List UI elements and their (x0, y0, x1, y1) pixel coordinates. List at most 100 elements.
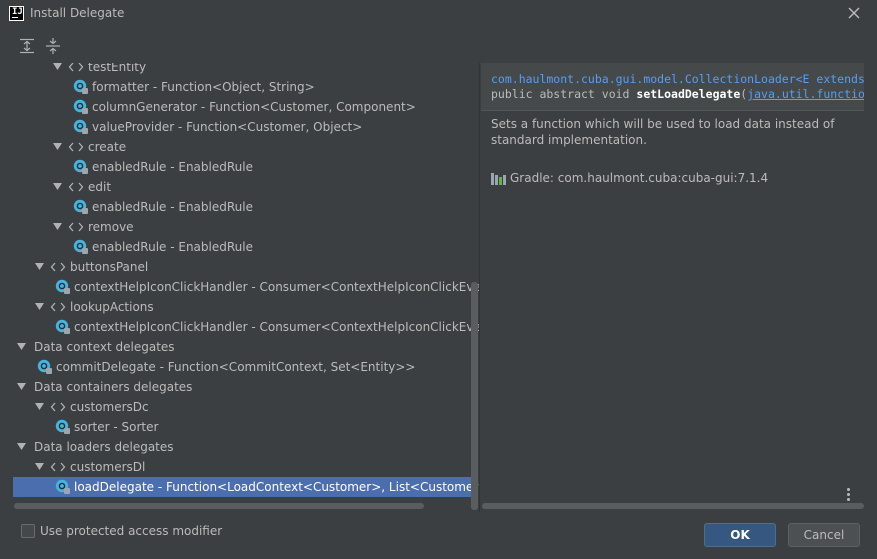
expand-arrow-icon[interactable] (17, 383, 26, 391)
tree-item-component[interactable]: remove (13, 217, 478, 237)
doc-more-options-button[interactable] (845, 487, 853, 503)
delegate-field-icon (73, 199, 88, 214)
tree-item-component[interactable]: lookupActions (13, 297, 478, 317)
tree-item-label: sorter - Sorter (74, 420, 159, 434)
tree-item-component[interactable]: create (13, 137, 478, 157)
library-icon (491, 173, 506, 185)
component-brackets-icon (68, 222, 84, 232)
tree-item-delegate[interactable]: enabledRule - EnabledRule (13, 237, 478, 257)
tree-item-label: customersDl (70, 460, 146, 474)
expand-arrow-icon[interactable] (35, 303, 44, 311)
cancel-button[interactable]: Cancel (788, 523, 860, 547)
tree-item-label: formatter - Function<Object, String> (92, 80, 315, 94)
tree-item-delegate[interactable]: contextHelpIconClickHandler - Consumer<C… (13, 277, 480, 297)
tree-item-delegate[interactable]: valueProvider - Function<Customer, Objec… (13, 117, 478, 137)
tree-item-component[interactable]: customersDc (13, 397, 478, 417)
delegate-field-icon (73, 99, 88, 114)
expand-arrow-icon[interactable] (35, 403, 44, 411)
tree-item-label: loadDelegate - Function<LoadContext<Cust… (74, 480, 480, 494)
tree-item-label: contextHelpIconClickHandler - Consumer<C… (74, 320, 480, 334)
signature-class-link[interactable]: com.haulmont.cuba.gui.model.CollectionLo… (491, 72, 864, 86)
tree-item-delegate[interactable]: sorter - Sorter (13, 417, 478, 437)
delegate-tree[interactable]: testEntity formatter - Function<Object, S… (13, 63, 480, 512)
tree-item-label: enabledRule - EnabledRule (92, 240, 253, 254)
expand-all-icon (20, 38, 34, 54)
delegate-field-icon (73, 239, 88, 254)
expand-arrow-icon[interactable] (17, 443, 26, 451)
expand-arrow-icon[interactable] (53, 183, 62, 191)
tree-item-label: Data context delegates (34, 340, 175, 354)
tree-item-label: testEntity (88, 63, 147, 74)
tree-item-label: create (88, 140, 127, 154)
delegate-field-icon (73, 159, 88, 174)
tree-item-category[interactable]: Data loaders delegates (13, 437, 478, 457)
tree-item-component[interactable]: edit (13, 177, 478, 197)
tree-item-label: enabledRule - EnabledRule (92, 200, 253, 214)
tree-item-delegate[interactable]: contextHelpIconClickHandler - Consumer<C… (13, 317, 480, 337)
tree-item-label: Data loaders delegates (34, 440, 174, 454)
delegate-field-icon (73, 119, 88, 134)
tree-item-label: buttonsPanel (70, 260, 149, 274)
tree-item-delegate[interactable]: formatter - Function<Object, String> (13, 77, 478, 97)
close-icon (848, 7, 860, 19)
tree-item-category[interactable]: Data context delegates (13, 337, 478, 357)
delegate-field-icon (73, 79, 88, 94)
signature-method-name: setLoadDelegate (636, 87, 741, 101)
tree-item-label: lookupActions (70, 300, 154, 314)
tree-item-delegate[interactable]: columnGenerator - Function<Customer, Com… (13, 97, 478, 117)
expand-arrow-icon[interactable] (53, 143, 62, 151)
component-brackets-icon (68, 63, 84, 72)
protected-access-checkbox[interactable] (21, 524, 35, 538)
expand-arrow-icon[interactable] (35, 463, 44, 471)
expand-arrow-icon[interactable] (35, 263, 44, 271)
documentation-panel: com.haulmont.cuba.gui.model.CollectionLo… (481, 63, 864, 512)
expand-arrow-icon[interactable] (53, 63, 62, 71)
collapse-all-button[interactable] (44, 37, 62, 55)
expand-arrow-icon[interactable] (17, 343, 26, 351)
tree-item-label: customersDc (70, 400, 149, 414)
component-brackets-icon (50, 402, 66, 412)
component-brackets-icon (50, 302, 66, 312)
app-logo-text: IJ (12, 7, 23, 17)
library-name: Gradle: com.haulmont.cuba:cuba-gui:7.1.4 (510, 171, 769, 185)
tree-vertical-scrollbar[interactable] (471, 282, 478, 510)
tree-horizontal-scrollbar[interactable] (14, 503, 424, 509)
tree-toolbar (0, 28, 877, 63)
tree-item-category[interactable]: Data containers delegates (13, 377, 478, 397)
tree-item-label: contextHelpIconClickHandler - Consumer<C… (74, 280, 480, 294)
method-description: Sets a function which will be used to lo… (491, 117, 835, 147)
tree-item-label: enabledRule - EnabledRule (92, 160, 253, 174)
tree-item-delegate[interactable]: commitDelegate - Function<CommitContext,… (13, 357, 478, 377)
method-signature: com.haulmont.cuba.gui.model.CollectionLo… (481, 63, 864, 111)
dialog-title: Install Delegate (30, 6, 125, 20)
delegate-field-icon (55, 279, 70, 294)
close-button[interactable] (845, 4, 863, 22)
component-brackets-icon (50, 462, 66, 472)
component-brackets-icon (68, 142, 84, 152)
signature-modifiers: public abstract void (491, 87, 637, 101)
protected-access-label[interactable]: Use protected access modifier (40, 524, 222, 538)
tree-item-delegate[interactable]: enabledRule - EnabledRule (13, 157, 478, 177)
component-brackets-icon (68, 182, 84, 192)
tree-item-label: columnGenerator - Function<Customer, Com… (92, 100, 416, 114)
tree-item-label: valueProvider - Function<Customer, Objec… (92, 120, 363, 134)
delegate-field-icon (37, 359, 52, 374)
tree-item-delegate[interactable]: enabledRule - EnabledRule (13, 197, 478, 217)
tree-item-component[interactable]: buttonsPanel (13, 257, 478, 277)
collapse-all-icon (46, 38, 60, 54)
signature-method-line: public abstract void setLoadDelegate(jav… (491, 87, 864, 101)
title-bar: IJ Install Delegate (0, 0, 877, 28)
tree-item-label: commitDelegate - Function<CommitContext,… (56, 360, 416, 374)
tree-item-delegate[interactable]: loadDelegate - Function<LoadContext<Cust… (13, 477, 480, 497)
tree-item-component[interactable]: customersDl (13, 457, 478, 477)
expand-arrow-icon[interactable] (53, 223, 62, 231)
expand-all-button[interactable] (18, 37, 36, 55)
doc-horizontal-scrollbar[interactable] (482, 503, 864, 509)
tree-item-component[interactable]: testEntity (13, 63, 478, 77)
signature-param-link[interactable]: java.util.function (747, 87, 864, 101)
delegate-field-icon (55, 479, 70, 494)
delegate-field-icon (55, 319, 70, 334)
component-brackets-icon (50, 262, 66, 272)
tree-item-label: Data containers delegates (34, 380, 193, 394)
ok-button[interactable]: OK (704, 523, 776, 547)
